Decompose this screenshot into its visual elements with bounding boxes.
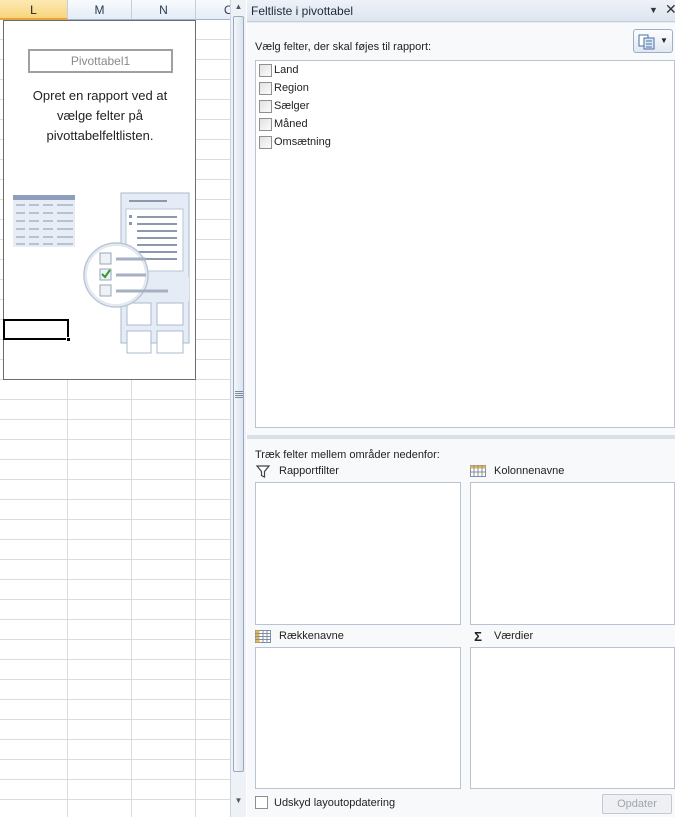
report-filter-label: Rapportfilter [279,465,339,477]
choose-fields-label: Vælg felter, der skal føjes til rapport: [255,41,432,53]
active-cell[interactable] [3,319,71,342]
field-item-saelger[interactable]: Sælger [259,98,309,114]
column-labels-icon [470,464,486,478]
row-labels-icon [255,629,271,643]
row-labels-drop-area[interactable] [255,647,461,789]
field-checkbox[interactable] [259,99,272,113]
pivot-instructions: Opret en rapport ved at vælge felter på … [32,88,168,143]
field-item-land[interactable]: Land [259,62,298,78]
close-icon[interactable]: ✕ [665,1,675,18]
field-item-omsaetning[interactable]: Omsætning [259,134,331,150]
values-label: Værdier [494,630,534,642]
sigma-icon: Σ [474,628,482,644]
field-list-box[interactable]: Land Region Sælger Måned Omsætning [255,60,675,428]
pane-title-bar[interactable]: Feltliste i pivottabel ▼ ✕ [247,0,675,22]
layout-areas-section: Træk felter mellem områder nedenfor: Rap… [247,439,675,817]
field-checkbox[interactable] [259,63,272,77]
column-header-n[interactable]: N [132,0,196,20]
report-filter-header: Rapportfilter [255,463,339,479]
column-labels-label: Kolonnenavne [494,465,565,477]
scroll-grip-icon [235,391,243,398]
defer-layout-update-label: Udskyd layoutopdatering [274,796,396,809]
column-header-m[interactable]: M [68,0,132,20]
update-button[interactable]: Opdater [602,794,672,814]
scroll-down-arrow-icon[interactable]: ▼ [231,794,246,808]
column-labels-header: Kolonnenavne [470,463,564,479]
field-label: Sælger [274,100,310,112]
spreadsheet-area[interactable]: L M N O Pivottabel1 Opret en rapport ved… [0,0,230,817]
field-item-region[interactable]: Region [259,80,309,96]
field-label: Omsætning [274,136,331,148]
field-label: Måned [274,118,308,130]
column-header-l[interactable]: L [0,0,68,20]
values-header: Σ Værdier [470,628,533,644]
scroll-up-arrow-icon[interactable]: ▲ [231,0,246,14]
field-item-maaned[interactable]: Måned [259,116,308,132]
pane-title: Feltliste i pivottabel [251,4,354,18]
funnel-icon [255,464,271,478]
field-list-layout-icon [638,34,655,50]
defer-layout-update-row[interactable]: Udskyd layoutopdatering [255,796,395,809]
row-labels-header: Rækkenavne [255,628,344,644]
field-selection-section: Vælg felter, der skal føjes til rapport:… [247,23,675,435]
pivot-illustration-icon [13,192,190,354]
chevron-down-icon: ▼ [660,36,668,45]
row-labels-label: Rækkenavne [279,630,344,642]
field-list-layout-button[interactable]: ▼ [633,29,673,53]
scroll-thumb[interactable] [233,16,244,772]
fill-handle[interactable] [66,337,71,342]
values-drop-area[interactable] [470,647,675,789]
field-checkbox[interactable] [259,81,272,95]
pivot-field-list-pane: Feltliste i pivottabel ▼ ✕ Vælg felter, … [247,0,675,817]
field-checkbox[interactable] [259,135,272,149]
field-label: Region [274,82,309,94]
defer-layout-update-checkbox[interactable] [255,796,268,809]
chevron-down-icon[interactable]: ▼ [649,5,658,15]
field-label: Land [274,64,299,76]
column-header-o[interactable]: O [196,0,230,20]
field-checkbox[interactable] [259,117,272,131]
sheet-vertical-scrollbar[interactable]: ▲ ▼ [230,0,246,817]
report-filter-drop-area[interactable] [255,482,461,625]
column-labels-drop-area[interactable] [470,482,675,625]
drag-fields-label: Træk felter mellem områder nedenfor: [255,449,440,461]
pivot-table-name: Pivottabel1 [28,49,173,73]
